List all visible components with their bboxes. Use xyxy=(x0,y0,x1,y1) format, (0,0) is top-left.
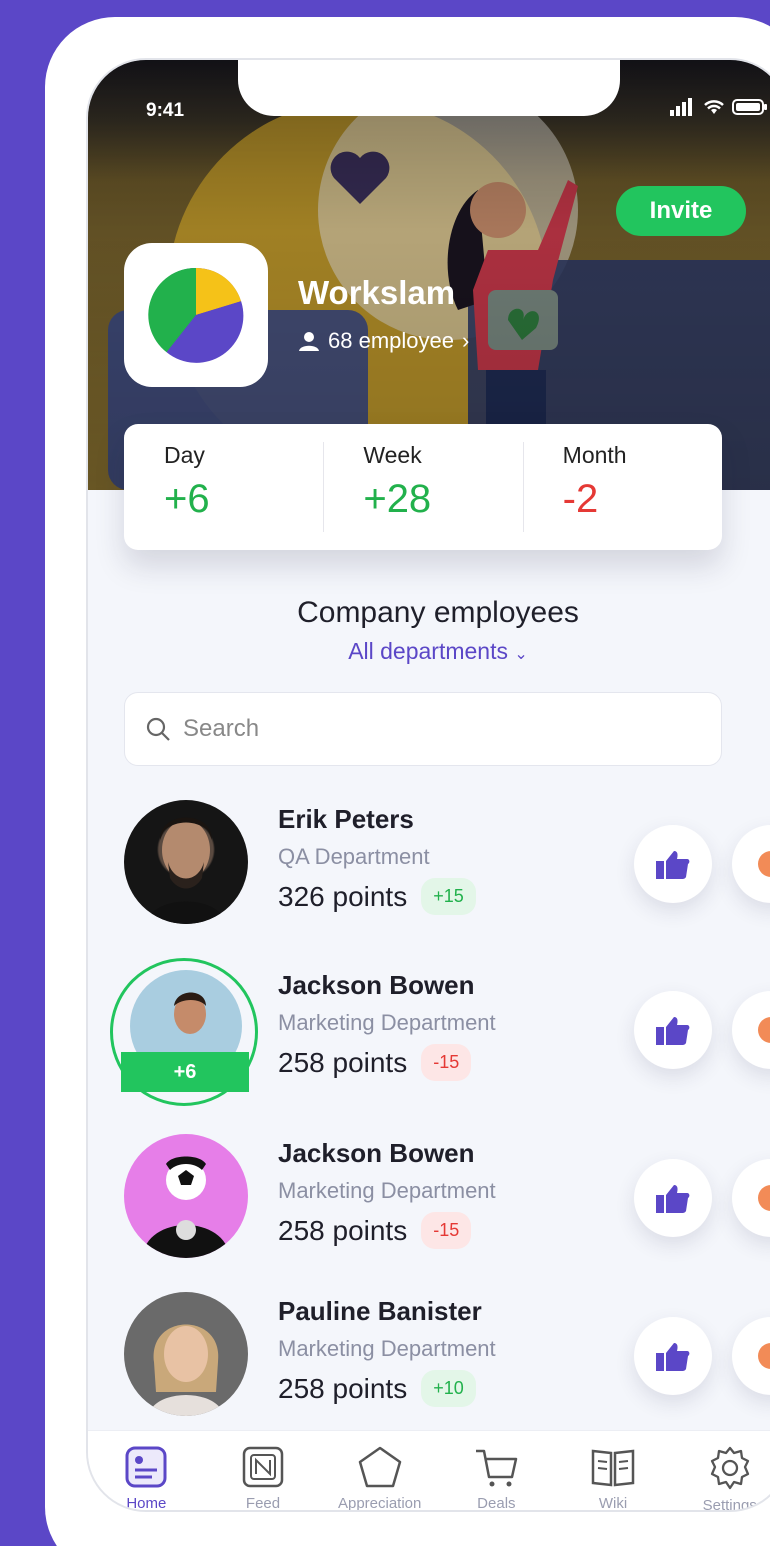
employee-points: 258 points -15 xyxy=(278,1212,472,1249)
employee-points: 326 points +15 xyxy=(278,878,476,915)
tab-deals[interactable]: Deals xyxy=(438,1431,555,1510)
avatar-portrait xyxy=(142,1156,230,1258)
reaction-button[interactable] xyxy=(732,825,770,903)
stat-label: Week xyxy=(363,442,422,468)
avatar-portrait xyxy=(146,817,226,924)
thumbs-up-icon xyxy=(656,1343,690,1371)
app-screen: 9:41 Invite Workslam 68 employee › Day +… xyxy=(88,60,770,1510)
employee-name: Jackson Bowen xyxy=(278,970,475,1000)
emoji-icon xyxy=(758,851,770,877)
employee-row[interactable]: Jackson Bowen Marketing Department 258 p… xyxy=(88,1134,770,1284)
employee-name: Pauline Banister xyxy=(278,1296,482,1326)
section-title: Company employees xyxy=(297,596,579,629)
stat-day: Day +6 xyxy=(124,424,323,550)
stat-month: Month -2 xyxy=(522,424,722,550)
employee-department: Marketing Department xyxy=(278,1178,496,1203)
avatar xyxy=(124,800,248,924)
points-value: 258 points xyxy=(278,1046,408,1078)
tab-label: Feed xyxy=(245,1495,281,1510)
thumbs-up-icon xyxy=(656,1185,690,1213)
emoji-icon xyxy=(758,1017,770,1043)
employee-count-text: 68 employee xyxy=(328,328,454,353)
cart-icon xyxy=(476,1449,518,1487)
tab-feed[interactable]: Feed xyxy=(205,1431,322,1510)
battery-icon xyxy=(732,99,767,115)
feed-icon xyxy=(242,1446,284,1488)
employee-department: QA Department xyxy=(278,844,430,869)
search-icon xyxy=(146,717,170,741)
thumbs-up-icon xyxy=(656,851,690,879)
stat-label: Month xyxy=(562,442,627,468)
company-logo-icon xyxy=(148,267,244,363)
user-icon xyxy=(299,332,319,351)
stat-week: Week +28 xyxy=(323,424,522,550)
search-bar xyxy=(124,692,722,766)
stat-value: +6 xyxy=(164,477,210,521)
employee-points: 258 points -15 xyxy=(278,1044,472,1081)
points-delta-badge: -15 xyxy=(421,1044,472,1081)
like-button[interactable] xyxy=(634,991,712,1069)
avatar xyxy=(124,1134,248,1258)
employee-points: 258 points +10 xyxy=(278,1370,476,1407)
home-icon xyxy=(125,1446,167,1488)
points-value: 258 points xyxy=(278,1214,408,1246)
department-dropdown-label: All departments xyxy=(348,638,508,664)
emoji-icon xyxy=(758,1185,770,1211)
device-notch xyxy=(238,60,620,116)
signal-icon xyxy=(670,98,692,116)
tab-label: Home xyxy=(126,1495,167,1510)
emoji-icon xyxy=(758,1343,770,1369)
points-delta-badge: +15 xyxy=(421,878,476,915)
points-summary-card: Day +6 Week +28 Month -2 xyxy=(124,424,722,550)
like-button[interactable] xyxy=(634,1317,712,1395)
employee-name: Erik Peters xyxy=(278,804,414,834)
tab-wiki[interactable]: Wiki xyxy=(555,1431,672,1510)
status-time: 9:41 xyxy=(146,100,185,121)
thumbs-up-icon xyxy=(656,1017,690,1045)
like-button[interactable] xyxy=(634,1159,712,1237)
employee-row[interactable]: Pauline Banister Marketing Department 25… xyxy=(88,1292,770,1442)
employee-row[interactable]: Erik Peters QA Department 326 points +15 xyxy=(88,800,770,950)
employee-name: Jackson Bowen xyxy=(278,1138,475,1168)
tab-settings[interactable]: Settings xyxy=(671,1431,770,1510)
tab-label: Deals xyxy=(477,1495,516,1510)
points-gain-badge: +6 xyxy=(121,1052,249,1092)
reaction-button[interactable] xyxy=(732,1317,770,1395)
tab-home[interactable]: Home xyxy=(88,1431,205,1510)
stat-value: +28 xyxy=(363,477,432,521)
avatar xyxy=(124,1292,248,1416)
like-button[interactable] xyxy=(634,825,712,903)
tab-appreciation[interactable]: Appreciation xyxy=(321,1431,438,1510)
chevron-down-icon: ⌄ xyxy=(514,646,528,663)
appreciation-icon xyxy=(358,1446,401,1488)
gear-icon xyxy=(710,1446,749,1490)
department-dropdown[interactable]: All departments ⌄ xyxy=(88,638,770,665)
stat-value: -2 xyxy=(562,477,599,521)
company-name: Workslam xyxy=(298,274,456,311)
reaction-button[interactable] xyxy=(732,1159,770,1237)
invite-button[interactable]: Invite xyxy=(616,186,746,236)
tab-label: Appreciation xyxy=(337,1495,422,1510)
points-delta-badge: +10 xyxy=(421,1370,476,1407)
company-logo xyxy=(124,243,268,387)
wifi-icon xyxy=(704,100,724,114)
search-input[interactable] xyxy=(183,715,703,743)
points-delta-badge: -15 xyxy=(421,1212,472,1249)
employee-count-link[interactable]: 68 employee › xyxy=(298,328,469,354)
employee-row[interactable]: +6 Jackson Bowen Marketing Department 25… xyxy=(88,958,770,1116)
employee-department: Marketing Department xyxy=(278,1336,496,1361)
stat-label: Day xyxy=(164,442,205,468)
chevron-right-icon: › xyxy=(461,328,470,353)
avatar-portrait xyxy=(148,1324,224,1416)
points-value: 326 points xyxy=(278,880,408,912)
employee-department: Marketing Department xyxy=(278,1010,496,1035)
book-icon xyxy=(591,1449,635,1487)
status-icons xyxy=(670,98,768,116)
tab-label: Settings xyxy=(702,1497,757,1510)
bottom-tab-bar: Home Feed Appreciation Deals Wiki Settin… xyxy=(88,1430,770,1510)
reaction-button[interactable] xyxy=(732,991,770,1069)
tab-label: Wiki xyxy=(598,1495,628,1510)
points-value: 258 points xyxy=(278,1372,408,1404)
